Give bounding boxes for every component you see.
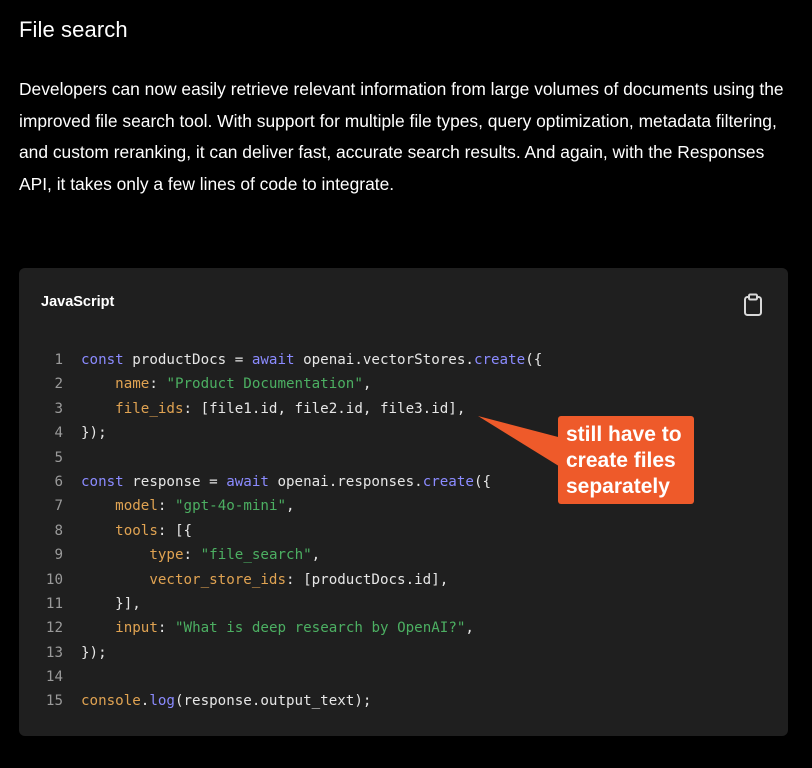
code-token: const [81,473,124,490]
code-token: "file_search" [200,547,312,564]
code-token: productDocs = [123,352,252,368]
code-token: }], [81,595,141,612]
line-number: 6 [54,473,63,490]
code-line: 14 [19,665,788,689]
code-token: "What is deep research by OpenAI?" [174,620,466,637]
code-text: input: "What is deep research by OpenAI?… [81,616,474,640]
code-token: model [115,498,158,515]
code-line: 1 const productDocs = await openai.vector… [19,348,788,372]
code-token: : [157,620,175,637]
code-token: response = [123,473,227,490]
code-token: console [81,693,141,710]
code-line: 12 input: "What is deep research by Open… [19,616,788,640]
line-number: 1 [54,352,63,368]
code-text: type: "file_search", [81,543,320,567]
code-line: 8 tools: [{ [19,519,788,543]
code-token: : [149,376,167,393]
code-token: input [115,620,158,637]
code-token: tools [115,522,158,539]
code-token: (response.output_text); [174,693,372,710]
code-token: }); [81,644,107,661]
code-token: await [251,352,295,368]
line-number: 3 [54,400,63,417]
code-text: }); [81,421,107,445]
code-text: name: "Product Documentation", [81,372,371,396]
code-token: : [productDocs.id], [286,571,449,588]
code-token: : [file1.id, file2.id, file3.id], [183,400,466,417]
code-token: file_ids [115,400,184,417]
code-line: 9 type: "file_search", [19,543,788,567]
code-language-label: JavaScript [41,294,115,310]
code-token: ({ [525,352,543,368]
code-token: : [183,547,201,564]
code-token: , [362,376,372,393]
line-number: 10 [45,571,63,588]
code-lines: 1 const productDocs = await openai.vector… [19,348,788,714]
code-token: : [{ [157,522,193,539]
code-token: openai.vectorStores. [294,352,474,368]
code-token: , [286,498,295,515]
code-token: , [465,620,474,637]
code-text: const response = await openai.responses.… [81,470,491,494]
line-number: 12 [45,620,63,637]
code-token: const [81,352,124,368]
line-number: 8 [54,522,63,539]
section-description: Developers can now easily retrieve relev… [19,79,784,194]
code-token: : [157,498,175,515]
code-token: ({ [473,473,492,490]
code-text: model: "gpt-4o-mini", [81,494,295,518]
callout-annotation: still have to create files separately [558,416,694,504]
code-token: type [149,547,184,564]
line-number: 13 [45,644,63,661]
code-token: name [115,376,150,393]
code-text: console.log(response.output_text); [81,689,371,713]
code-token: log [149,693,175,710]
clipboard-icon[interactable] [742,293,764,317]
code-token: }); [81,425,107,442]
code-token: openai.responses. [268,473,423,490]
code-text: tools: [{ [81,519,192,543]
code-text: file_ids: [file1.id, file2.id, file3.id]… [81,397,465,421]
line-number: 2 [54,376,63,393]
code-line: 11 }], [19,592,788,616]
line-number: 15 [45,693,63,710]
line-number: 11 [45,595,63,612]
code-text: }); [81,641,107,665]
code-token: create [473,352,526,368]
code-line: 10 vector_store_ids: [productDocs.id], [19,568,788,592]
line-number: 5 [54,449,63,466]
line-number: 4 [54,425,63,442]
code-token: "Product Documentation" [166,376,363,393]
code-text: vector_store_ids: [productDocs.id], [81,568,448,592]
section-title: File search [19,17,128,42]
line-number: 14 [45,669,63,686]
code-token: "gpt-4o-mini" [174,498,287,515]
code-token: vector_store_ids [149,571,287,588]
code-text: const productDocs = await openai.vectorS… [81,348,542,372]
code-line: 2 name: "Product Documentation", [19,372,788,396]
code-token: await [226,473,269,490]
code-line: 15 console.log(response.output_text); [19,689,788,713]
code-line: 13}); [19,641,788,665]
code-text: }], [81,592,141,616]
line-number: 7 [54,498,63,515]
code-token: create [422,473,474,490]
line-number: 9 [54,547,63,564]
code-token: , [311,547,321,564]
